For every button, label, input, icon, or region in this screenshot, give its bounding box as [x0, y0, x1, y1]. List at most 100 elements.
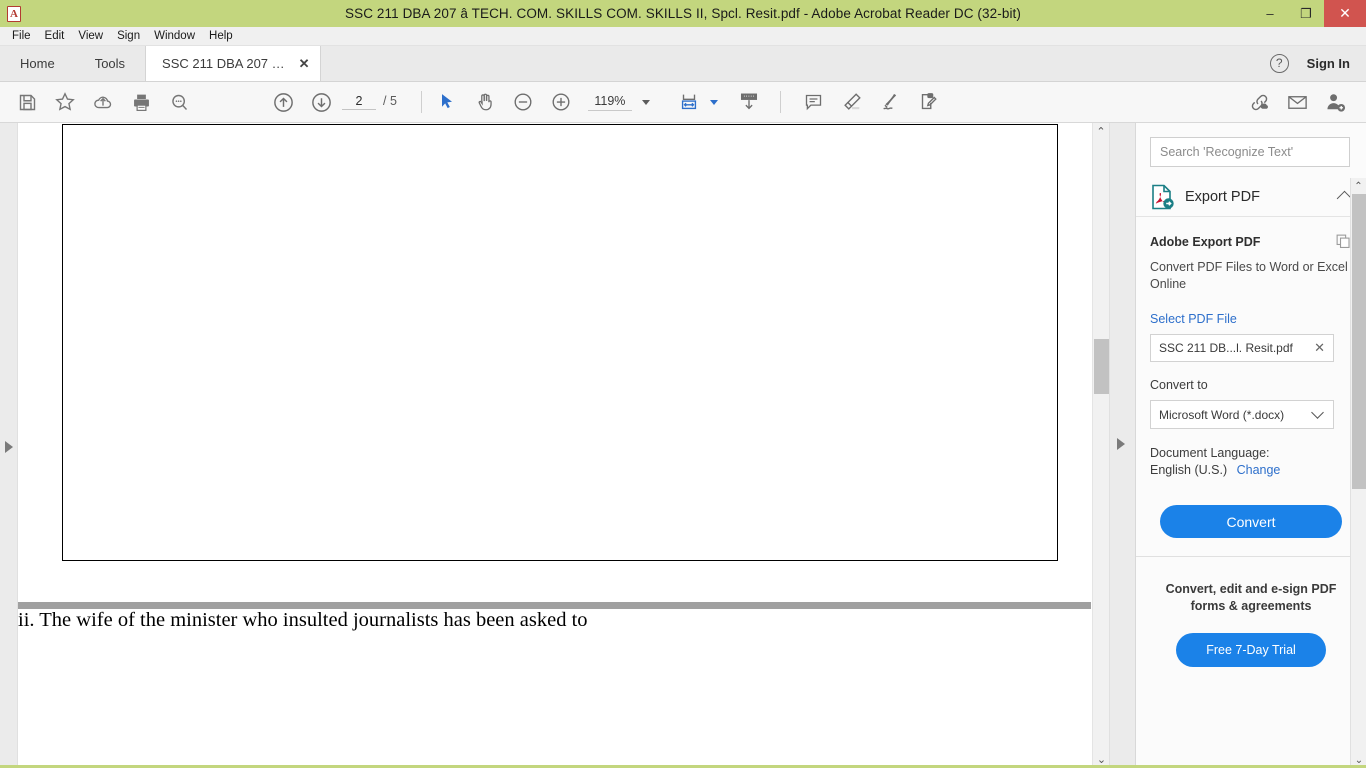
page-nav-group: 2 / 5: [264, 83, 399, 121]
window-title: SSC 211 DBA 207 â TECH. COM. SKILLS COM.…: [345, 6, 1021, 21]
arrow-down-circle-icon[interactable]: [302, 83, 340, 121]
scroll-up-arrow-icon[interactable]: ⌃: [1093, 123, 1109, 140]
close-icon[interactable]: ✕: [1314, 340, 1325, 356]
chevron-down-icon[interactable]: [709, 99, 718, 105]
tab-strip-right: ? Sign In: [1269, 46, 1366, 81]
tools-sidebar: Export PDF Adobe Export PDF Convert PDF …: [1135, 123, 1366, 768]
expand-right-panel-icon[interactable]: [1117, 438, 1125, 450]
cursor-select-icon[interactable]: [428, 83, 466, 121]
page-number-field[interactable]: 2 / 5: [342, 94, 397, 110]
tab-tools[interactable]: Tools: [75, 46, 145, 81]
expand-left-panel-icon[interactable]: [5, 441, 13, 453]
chevron-down-icon[interactable]: [641, 99, 650, 105]
document-language-value: English (U.S.): [1150, 463, 1228, 477]
hand-pan-icon[interactable]: [466, 83, 504, 121]
page-2-content-frame: [62, 124, 1058, 561]
convert-format-value: Microsoft Word (*.docx): [1159, 407, 1285, 422]
close-button[interactable]: ✕: [1324, 0, 1366, 27]
zoom-level-value[interactable]: 119%: [587, 94, 632, 111]
left-panel-rail[interactable]: [0, 123, 18, 768]
document-viewer: J. M. Swales, Cambridge University Press…: [0, 123, 1135, 768]
comment-bubble-icon[interactable]: [795, 83, 833, 121]
panel-title: Adobe Export PDF: [1150, 234, 1261, 249]
freehand-draw-icon[interactable]: [871, 83, 909, 121]
close-icon[interactable]: ✕: [299, 56, 310, 72]
panel-title-row: Adobe Export PDF: [1150, 233, 1352, 250]
view-tool-group: 119%: [428, 83, 652, 121]
main-toolbar: 2 / 5 119%: [0, 82, 1366, 123]
layout-tool-group: [670, 83, 768, 121]
window-title-bar: A SSC 211 DBA 207 â TECH. COM. SKILLS CO…: [0, 0, 1366, 27]
fill-and-sign-icon[interactable]: [909, 83, 947, 121]
add-person-icon[interactable]: [1316, 83, 1354, 121]
adobe-acrobat-icon: A: [3, 3, 25, 25]
work-area: J. M. Swales, Cambridge University Press…: [0, 123, 1366, 768]
help-icon[interactable]: ?: [1269, 54, 1289, 73]
sidebar-vertical-scrollbar[interactable]: ⌃ ⌄: [1350, 178, 1366, 768]
pages-scroll-container[interactable]: J. M. Swales, Cambridge University Press…: [18, 123, 1091, 768]
search-input[interactable]: [1150, 137, 1350, 167]
select-pdf-file-link[interactable]: Select PDF File: [1150, 312, 1352, 326]
annotate-tool-group: [795, 83, 947, 121]
toolbar-right-group: [1240, 83, 1366, 121]
page-total-label: / 5: [383, 94, 397, 108]
scroll-up-arrow-icon[interactable]: ⌃: [1351, 178, 1366, 194]
menu-bar: File Edit View Sign Window Help: [0, 27, 1366, 46]
menu-window[interactable]: Window: [147, 27, 202, 46]
arrow-up-circle-icon[interactable]: [264, 83, 302, 121]
menu-help[interactable]: Help: [202, 27, 240, 46]
maximize-button[interactable]: ❐: [1288, 0, 1324, 27]
export-pdf-icon: [1150, 184, 1174, 210]
tab-strip: Home Tools SSC 211 DBA 207 … ✕ ? Sign In: [0, 46, 1366, 82]
selected-file-name: SSC 211 DB...l. Resit.pdf: [1159, 341, 1293, 355]
selected-file-field[interactable]: SSC 211 DB...l. Resit.pdf ✕: [1150, 334, 1334, 362]
menu-view[interactable]: View: [71, 27, 110, 46]
save-icon[interactable]: [8, 83, 46, 121]
menu-edit[interactable]: Edit: [38, 27, 72, 46]
tab-document[interactable]: SSC 211 DBA 207 … ✕: [145, 46, 321, 81]
export-pdf-panel-body: Adobe Export PDF Convert PDF Files to Wo…: [1136, 217, 1366, 538]
zoom-in-circle-icon[interactable]: [542, 83, 580, 121]
export-pdf-panel-header[interactable]: Export PDF: [1136, 177, 1366, 217]
minimize-button[interactable]: –: [1252, 0, 1288, 27]
free-trial-button[interactable]: Free 7-Day Trial: [1176, 633, 1326, 667]
export-pdf-label: Export PDF: [1185, 188, 1260, 205]
convert-button[interactable]: Convert: [1160, 505, 1342, 538]
pdf-page-2[interactable]: J. M. Swales, Cambridge University Press…: [18, 123, 1091, 603]
file-tool-group: [0, 83, 198, 121]
menu-file[interactable]: File: [5, 27, 38, 46]
promo-text: Convert, edit and e-sign PDF forms & agr…: [1165, 582, 1337, 613]
menu-sign[interactable]: Sign: [110, 27, 147, 46]
window-controls: – ❐ ✕: [1252, 0, 1366, 27]
sidebar-search-wrap: [1136, 123, 1366, 177]
zoom-level-field[interactable]: 119%: [587, 94, 652, 111]
pdf-page-3[interactable]: ii. The wife of the minister who insulte…: [18, 609, 1091, 768]
cloud-upload-icon[interactable]: [84, 83, 122, 121]
tab-document-label: SSC 211 DBA 207 …: [162, 56, 285, 71]
share-link-cloud-icon[interactable]: [1240, 83, 1278, 121]
viewer-vertical-scrollbar[interactable]: ⌃ ⌄: [1092, 123, 1109, 768]
scrollbar-thumb[interactable]: [1094, 339, 1109, 394]
scrollbar-thumb[interactable]: [1352, 194, 1366, 489]
print-icon[interactable]: [122, 83, 160, 121]
page-number-input[interactable]: 2: [342, 94, 376, 110]
document-language-row: English (U.S.) Change: [1150, 463, 1352, 477]
email-envelope-icon[interactable]: [1278, 83, 1316, 121]
convert-format-select[interactable]: Microsoft Word (*.docx): [1150, 400, 1334, 429]
zoom-out-circle-icon[interactable]: [504, 83, 542, 121]
sign-in-button[interactable]: Sign In: [1307, 56, 1350, 71]
star-icon[interactable]: [46, 83, 84, 121]
change-language-link[interactable]: Change: [1237, 463, 1281, 477]
right-panel-rail[interactable]: [1109, 123, 1135, 768]
toolbar-divider: [420, 91, 422, 113]
tab-home[interactable]: Home: [0, 46, 75, 81]
toolbar-divider-2: [779, 91, 781, 113]
chevron-down-icon[interactable]: [1311, 406, 1324, 419]
promo-section: Convert, edit and e-sign PDF forms & agr…: [1136, 557, 1366, 667]
scroll-mode-icon[interactable]: [730, 83, 768, 121]
panel-subtitle: Convert PDF Files to Word or Excel Onlin…: [1150, 260, 1348, 291]
fit-page-width-icon[interactable]: [670, 83, 708, 121]
doc-line: ii. The wife of the minister who insulte…: [18, 609, 588, 631]
highlighter-pen-icon[interactable]: [833, 83, 871, 121]
zoom-search-icon[interactable]: [160, 83, 198, 121]
